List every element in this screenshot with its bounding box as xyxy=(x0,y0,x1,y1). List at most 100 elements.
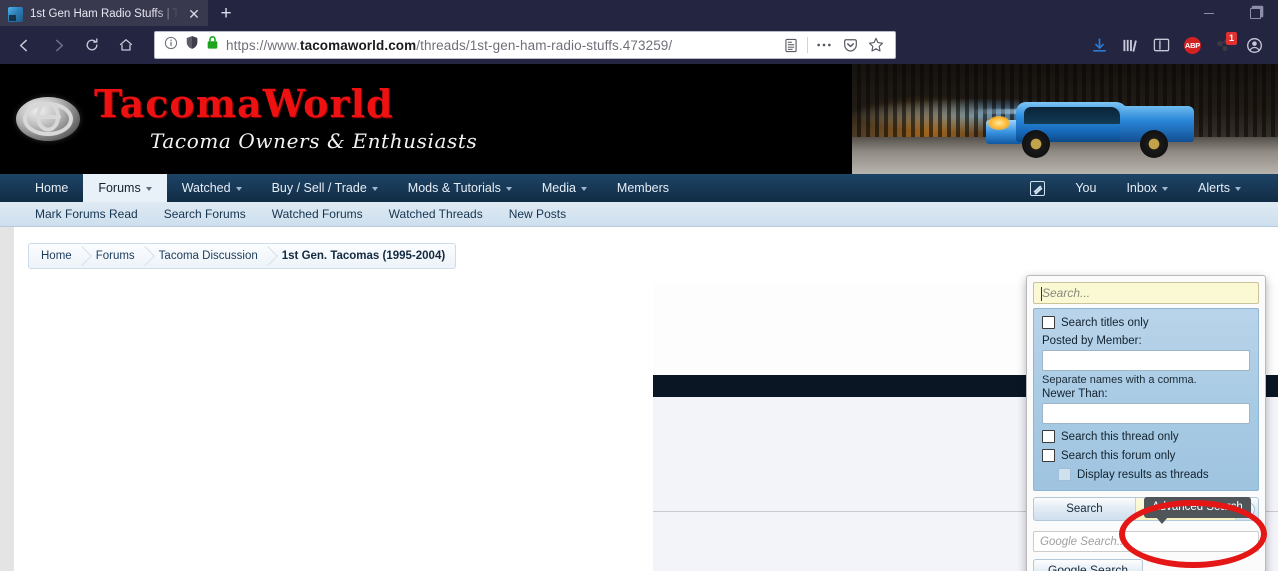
info-icon[interactable] xyxy=(164,36,178,55)
browser-toolbar-extensions: ABP 1 xyxy=(1084,30,1270,60)
site-logo[interactable]: TacomaWorld Tacoma Owners & Enthusiasts xyxy=(0,64,852,174)
reload-icon[interactable] xyxy=(76,30,108,60)
forward-arrow-icon[interactable] xyxy=(42,30,74,60)
subnav-item-mark-forums-read[interactable]: Mark Forums Read xyxy=(22,207,151,221)
brand-tagline: Tacoma Owners & Enthusiasts xyxy=(150,129,478,153)
nav-label: Members xyxy=(616,181,670,195)
address-bar-actions xyxy=(778,33,889,57)
pocket-icon[interactable] xyxy=(837,33,863,57)
close-icon[interactable]: ✕ xyxy=(186,7,202,21)
sub-navigation: Mark Forums Read Search Forums Watched F… xyxy=(0,202,1278,227)
google-search-button[interactable]: Google Search xyxy=(1033,559,1144,571)
subnav-item-search-forums[interactable]: Search Forums xyxy=(151,207,259,221)
minimize-button[interactable] xyxy=(1186,0,1232,26)
search-input-placeholder: Search... xyxy=(1042,286,1091,300)
truck-illustration xyxy=(970,96,1208,158)
breadcrumb: Home Forums Tacoma Discussion 1st Gen. T… xyxy=(28,243,457,269)
main-navigation: Home Forums Watched Buy / Sell / Trade M… xyxy=(0,174,1278,202)
nav-item-you[interactable]: You xyxy=(1060,174,1111,202)
nav-item-alerts[interactable]: Alerts xyxy=(1183,174,1256,202)
post-new-icon[interactable] xyxy=(1015,174,1060,202)
address-bar[interactable]: https://www.tacomaworld.com/threads/1st-… xyxy=(154,31,896,59)
newer-than-input[interactable] xyxy=(1042,403,1250,424)
nav-item-members[interactable]: Members xyxy=(602,174,684,202)
nav-item-inbox[interactable]: Inbox xyxy=(1111,174,1183,202)
library-icon[interactable] xyxy=(1115,30,1146,60)
subnav-item-watched-forums[interactable]: Watched Forums xyxy=(259,207,376,221)
nav-label: You xyxy=(1075,181,1097,195)
nav-label: Alerts xyxy=(1198,181,1230,195)
extension-icon[interactable]: 1 xyxy=(1208,30,1239,60)
header-banner-photo xyxy=(852,64,1278,174)
chevron-down-icon xyxy=(505,187,512,191)
browser-chrome: 1st Gen Ham Radio Stuffs | Tac ✕ + https… xyxy=(0,0,1278,64)
bookmark-star-icon[interactable] xyxy=(863,33,889,57)
nav-item-mods-tutorials[interactable]: Mods & Tutorials xyxy=(393,174,527,202)
display-results-as-threads-checkbox[interactable] xyxy=(1058,468,1071,481)
lock-icon[interactable] xyxy=(206,35,219,55)
page-actions-icon[interactable] xyxy=(811,33,837,57)
browser-tab[interactable]: 1st Gen Ham Radio Stuffs | Tac ✕ xyxy=(0,0,208,26)
tab-strip: 1st Gen Ham Radio Stuffs | Tac ✕ + xyxy=(0,0,1278,26)
url-path: /threads/1st-gen-ham-radio-stuffs.473259… xyxy=(416,37,673,53)
back-arrow-icon[interactable] xyxy=(8,30,40,60)
nav-label: Watched xyxy=(181,181,231,195)
search-titles-only-row[interactable]: Search titles only xyxy=(1042,316,1250,329)
posted-by-member-input[interactable] xyxy=(1042,350,1250,371)
search-this-forum-only-checkbox[interactable] xyxy=(1042,449,1055,462)
breadcrumb-item-home[interactable]: Home xyxy=(29,244,82,268)
toyota-emblem-icon xyxy=(16,97,80,141)
nav-label: Inbox xyxy=(1126,181,1158,195)
site-header: TacomaWorld Tacoma Owners & Enthusiasts xyxy=(0,64,1278,174)
downloads-icon[interactable] xyxy=(1084,30,1115,60)
search-this-thread-only-checkbox[interactable] xyxy=(1042,430,1055,443)
search-this-thread-only-row[interactable]: Search this thread only xyxy=(1042,430,1250,443)
chevron-down-icon xyxy=(1162,187,1169,191)
breadcrumb-item-current[interactable]: 1st Gen. Tacomas (1995-2004) xyxy=(268,244,455,268)
adblock-plus-icon[interactable]: ABP xyxy=(1177,30,1208,60)
google-search-placeholder: Google Search... xyxy=(1040,535,1127,548)
search-dropdown-panel: Search... Search titles only Posted by M… xyxy=(1026,275,1266,571)
chevron-down-icon xyxy=(235,187,242,191)
search-titles-only-label: Search titles only xyxy=(1061,316,1149,329)
search-this-forum-only-row[interactable]: Search this forum only xyxy=(1042,449,1250,462)
breadcrumb-item-tacoma-discussion[interactable]: Tacoma Discussion xyxy=(145,244,268,268)
nav-item-home[interactable]: Home xyxy=(20,174,83,202)
nav-label: Home xyxy=(35,181,69,195)
site-favicon xyxy=(8,6,23,22)
new-tab-button[interactable]: + xyxy=(208,0,244,26)
nav-item-media[interactable]: Media xyxy=(527,174,602,202)
subnav-item-watched-threads[interactable]: Watched Threads xyxy=(376,207,496,221)
search-titles-only-checkbox[interactable] xyxy=(1042,316,1055,329)
content-left-region xyxy=(14,285,653,571)
shield-icon[interactable] xyxy=(185,35,199,55)
newer-than-label: Newer Than: xyxy=(1042,388,1108,400)
subnav-item-new-posts[interactable]: New Posts xyxy=(496,207,579,221)
advanced-search-options: Search titles only Posted by Member: Sep… xyxy=(1033,308,1259,491)
url-text[interactable]: https://www.tacomaworld.com/threads/1st-… xyxy=(226,38,771,53)
nav-item-forums[interactable]: Forums xyxy=(83,174,167,202)
search-input[interactable]: Search... xyxy=(1033,282,1259,304)
window-controls xyxy=(1186,0,1278,26)
sidebar-icon[interactable] xyxy=(1146,30,1177,60)
google-search-input[interactable]: Google Search... xyxy=(1033,531,1259,552)
search-this-forum-only-label: Search this forum only xyxy=(1061,449,1176,462)
advanced-search-tooltip: Advanced Search xyxy=(1144,497,1251,524)
nav-item-buy-sell-trade[interactable]: Buy / Sell / Trade xyxy=(257,174,393,202)
nav-item-watched[interactable]: Watched xyxy=(167,174,257,202)
display-results-as-threads-row[interactable]: Display results as threads xyxy=(1042,468,1250,481)
reader-view-icon[interactable] xyxy=(778,33,804,57)
search-button[interactable]: Search xyxy=(1034,498,1135,520)
home-icon[interactable] xyxy=(110,30,142,60)
account-icon[interactable] xyxy=(1239,30,1270,60)
chevron-down-icon xyxy=(580,187,587,191)
text-cursor xyxy=(1041,287,1042,301)
main-navigation-right: You Inbox Alerts xyxy=(1015,174,1278,202)
web-page: TacomaWorld Tacoma Owners & Enthusiasts … xyxy=(0,64,1278,571)
maximize-button[interactable] xyxy=(1232,0,1278,26)
browser-navigation-bar: https://www.tacomaworld.com/threads/1st-… xyxy=(0,26,1278,64)
nav-label: Forums xyxy=(98,181,141,195)
extension-badge-count: 1 xyxy=(1225,32,1237,45)
tab-title: 1st Gen Ham Radio Stuffs | Tac xyxy=(30,8,179,20)
brand-wordmark: TacomaWorld xyxy=(94,81,394,126)
